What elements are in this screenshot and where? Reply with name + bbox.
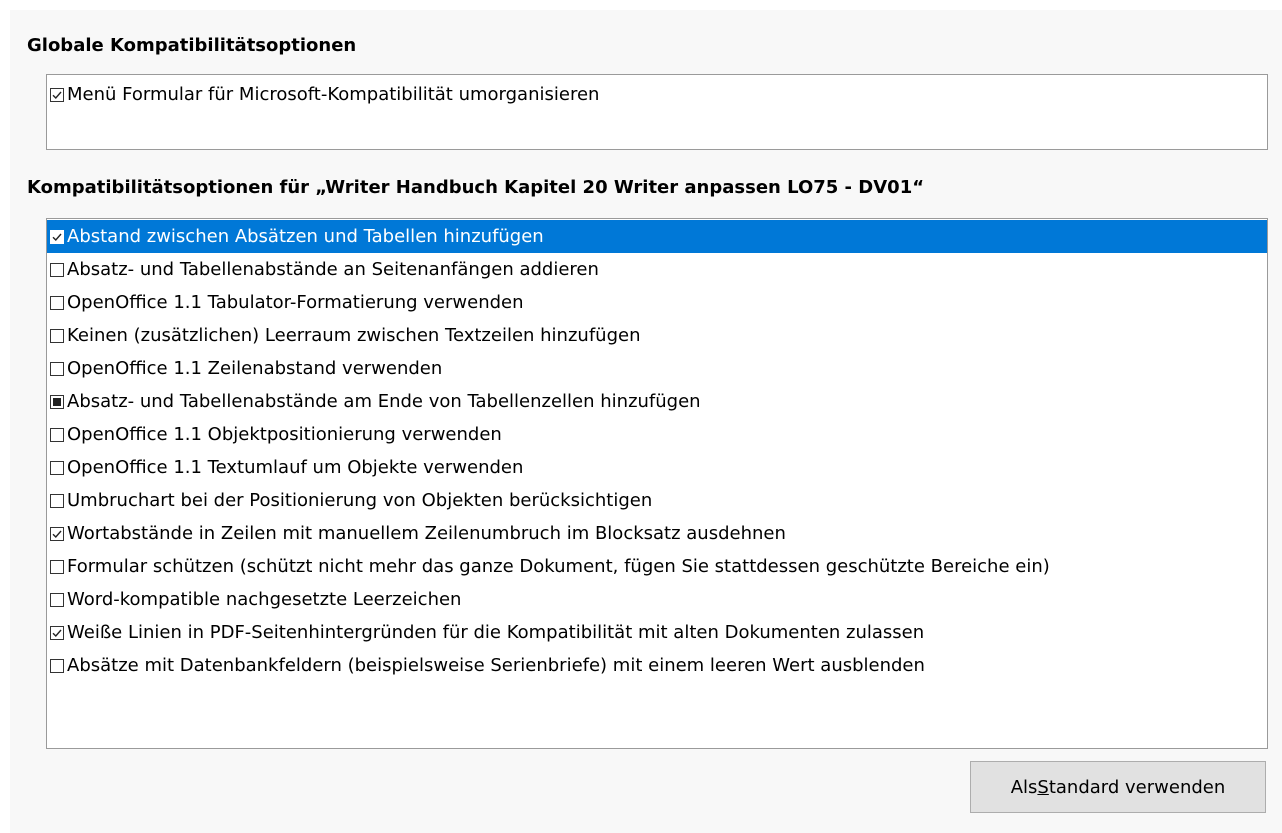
checkbox-empty-icon[interactable] [50,592,64,607]
document-option-label: Absätze mit Datenbankfeldern (beispielsw… [67,654,925,676]
document-option-row[interactable]: Wortabstände in Zeilen mit manuellem Zei… [47,517,1267,550]
document-option-row[interactable]: Umbruchart bei der Positionierung von Ob… [47,484,1267,517]
global-options-list[interactable]: Menü Formular für Microsoft-Kompatibilit… [46,74,1268,150]
document-option-row[interactable]: Absätze mit Datenbankfeldern (beispielsw… [47,649,1267,682]
document-option-row[interactable]: Absatz- und Tabellenabstände an Seitenan… [47,253,1267,286]
use-as-default-label-before: Als [1010,776,1038,798]
document-option-label: Absatz- und Tabellenabstände am Ende von… [67,390,701,412]
document-options-heading: Kompatibilitätsoptionen für „Writer Hand… [27,177,925,198]
document-option-label: Umbruchart bei der Positionierung von Ob… [67,489,653,511]
document-option-label: Absatz- und Tabellenabstände an Seitenan… [67,258,599,280]
checkbox-checked-icon[interactable] [50,526,64,541]
use-as-default-label-after: tandard verwenden [1048,776,1226,798]
document-option-label: Word-kompatible nachgesetzte Leerzeichen [67,588,462,610]
document-option-label: OpenOffice 1.1 Textumlauf um Objekte ver… [67,456,524,478]
document-option-label: Wortabstände in Zeilen mit manuellem Zei… [67,522,786,544]
document-option-row[interactable]: OpenOffice 1.1 Zeilenabstand verwenden [47,352,1267,385]
checkbox-empty-icon[interactable] [50,295,64,310]
document-option-label: Formular schützen (schützt nicht mehr da… [67,555,1050,577]
document-option-label: OpenOffice 1.1 Objektpositionierung verw… [67,423,502,445]
checkbox-checked-icon[interactable] [50,229,64,244]
checkbox-empty-icon[interactable] [50,328,64,343]
checkbox-empty-icon[interactable] [50,658,64,673]
global-option-label: Menü Formular für Microsoft-Kompatibilit… [67,84,600,105]
document-option-label: Weiße Linien in PDF-Seitenhintergründen … [67,621,925,643]
checkbox-empty-icon[interactable] [50,493,64,508]
global-options-heading: Globale Kompatibilitätsoptionen [27,35,357,56]
document-option-row[interactable]: OpenOffice 1.1 Textumlauf um Objekte ver… [47,451,1267,484]
checkbox-empty-icon[interactable] [50,427,64,442]
checkbox-empty-icon[interactable] [50,262,64,277]
document-option-label: Abstand zwischen Absätzen und Tabellen h… [67,225,544,247]
document-option-row[interactable]: Keinen (zusätzlichen) Leerraum zwischen … [47,319,1267,352]
checkbox-empty-icon[interactable] [50,559,64,574]
document-options-list[interactable]: Abstand zwischen Absätzen und Tabellen h… [46,218,1268,749]
document-option-row[interactable]: Word-kompatible nachgesetzte Leerzeichen [47,583,1267,616]
use-as-default-mnemonic: S [1037,776,1049,798]
document-option-label: Keinen (zusätzlichen) Leerraum zwischen … [67,324,641,346]
document-option-row[interactable]: Abstand zwischen Absätzen und Tabellen h… [47,220,1267,253]
checkbox-empty-icon[interactable] [50,361,64,376]
checkbox-empty-icon[interactable] [50,460,64,475]
document-option-label: OpenOffice 1.1 Tabulator-Formatierung ve… [67,291,524,313]
checkbox-checked-icon[interactable] [50,88,64,102]
use-as-default-button[interactable]: Als Standard verwenden [970,761,1266,813]
checkbox-checked-icon[interactable] [50,625,64,640]
document-option-row[interactable]: OpenOffice 1.1 Tabulator-Formatierung ve… [47,286,1267,319]
document-option-row[interactable]: OpenOffice 1.1 Objektpositionierung verw… [47,418,1267,451]
document-option-label: OpenOffice 1.1 Zeilenabstand verwenden [67,357,443,379]
document-option-row[interactable]: Formular schützen (schützt nicht mehr da… [47,550,1267,583]
global-option-row[interactable]: Menü Formular für Microsoft-Kompatibilit… [47,79,1267,111]
document-option-row[interactable]: Absatz- und Tabellenabstände am Ende von… [47,385,1267,418]
checkbox-indeterminate-icon[interactable] [50,394,64,409]
document-option-row[interactable]: Weiße Linien in PDF-Seitenhintergründen … [47,616,1267,649]
